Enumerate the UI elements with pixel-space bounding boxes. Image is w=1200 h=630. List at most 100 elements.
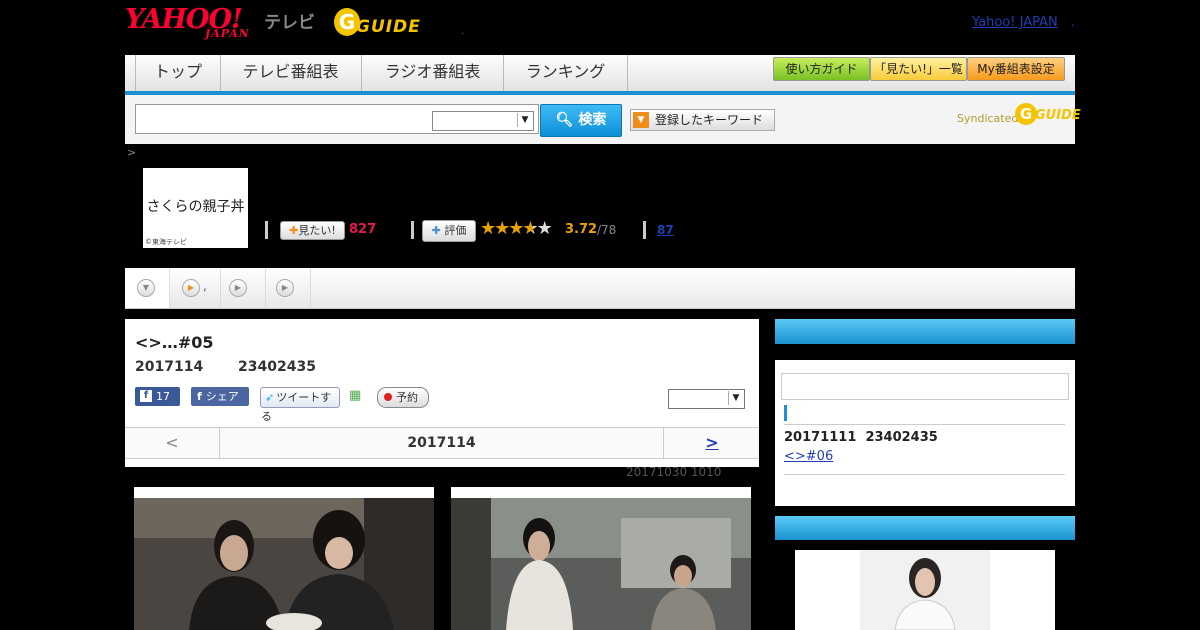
triangle-down-icon: ▼: [633, 112, 649, 128]
registered-keywords-button[interactable]: ▼ 登録したキーワード: [630, 109, 775, 131]
tv-logo-text[interactable]: テレビ: [264, 8, 315, 33]
episode-pager: < 2017114 >: [125, 427, 759, 459]
divider: [411, 221, 414, 239]
rating-count: /78: [597, 223, 617, 237]
star-half-icon: ★: [522, 218, 538, 239]
pager-prev-button[interactable]: <: [125, 428, 220, 458]
rating-value: 3.72: [565, 222, 598, 237]
plus-icon: ✚: [431, 224, 441, 237]
play-icon: ▶: [182, 279, 200, 297]
pager-current-date: 2017114: [407, 435, 476, 451]
syndicated-gguide-mark: G: [1015, 103, 1037, 125]
search-category-select[interactable]: ▼: [432, 111, 534, 131]
star-icon: ★: [508, 218, 524, 239]
next-broadcast-info-field: [781, 373, 1069, 400]
subtab-2-label: ,: [203, 279, 207, 293]
divider: [784, 474, 1065, 475]
last-updated: 20171030 1010: [626, 465, 722, 479]
star-empty-icon: ★: [536, 218, 553, 239]
program-thumbnail-title: さくらの親子丼: [146, 199, 245, 215]
want-to-watch-list-button[interactable]: 「見たい!」一覧: [870, 57, 967, 81]
rating-stars: ★★★★★: [480, 218, 553, 239]
subtab-1[interactable]: ▼: [125, 268, 170, 308]
next-broadcast-header: [775, 319, 1075, 344]
next-broadcast-time: 23402435: [865, 430, 938, 445]
next-broadcast-datetime: 20171111 23402435: [784, 430, 938, 445]
gguide-logo-text: GUIDE: [356, 17, 421, 37]
facebook-share-button[interactable]: f シェア: [191, 387, 249, 406]
episode-time: 23402435: [238, 359, 316, 375]
search-icon: 🔍︎: [555, 112, 574, 128]
program-subtabs: ▼ ▶ , ▶ ▶: [125, 268, 1075, 309]
want-to-watch-button[interactable]: ✚見たい!: [280, 221, 345, 240]
facebook-icon: f: [140, 390, 152, 402]
facebook-like-count: 17: [156, 390, 170, 403]
cast-box-header: [775, 516, 1075, 540]
star-icon: ★: [494, 218, 510, 239]
play-icon: ▶: [229, 279, 247, 297]
facebook-icon: f: [197, 390, 202, 403]
pager-next-link[interactable]: >: [663, 428, 760, 458]
record-reserve-label: 予約: [396, 391, 418, 404]
syndicated-gguide-text: GUIDE: [1035, 108, 1081, 123]
nav-tab-radio-listings[interactable]: ラジオ番組表: [362, 55, 504, 91]
review-count-link[interactable]: 87: [657, 223, 674, 237]
tweet-button[interactable]: ➶ ツイートする: [260, 387, 340, 423]
usage-guide-button[interactable]: 使い方ガイド: [773, 57, 870, 81]
subtab-4[interactable]: ▶: [266, 268, 311, 308]
header-dot: .: [461, 26, 465, 37]
episode-title: <>…#05: [135, 333, 214, 352]
next-broadcast-box: 20171111 23402435 <>#06: [775, 319, 1075, 506]
want-to-watch-count: 827: [349, 222, 377, 237]
chevron-down-icon: ▼: [137, 279, 155, 297]
program-thumbnail[interactable]: さくらの親子丼 ©東海テレビ: [143, 168, 248, 248]
syndicated-label: Syndicated: [957, 112, 1019, 125]
episode-photo-2[interactable]: [451, 487, 751, 630]
calendar-add-icon[interactable]: ▦: [349, 388, 365, 404]
nav-tab-ranking[interactable]: ランキング: [504, 55, 628, 91]
divider: [643, 221, 646, 239]
twitter-bird-icon: ➶: [265, 391, 275, 404]
cast-box: [775, 516, 1075, 630]
registered-keywords-label: 登録したキーワード: [655, 113, 764, 127]
episode-photo-1[interactable]: [134, 487, 434, 630]
next-broadcast-date: 20171111: [784, 430, 857, 445]
search-bar: ▼ 🔍︎ 検索 ▼ 登録したキーワード Syndicated G GUIDE: [125, 95, 1081, 144]
episode-select[interactable]: ▼: [668, 389, 745, 409]
search-button[interactable]: 🔍︎ 検索: [540, 104, 622, 137]
my-listings-settings-button[interactable]: My番組表設定: [967, 57, 1065, 81]
main-nav: トップ テレビ番組表 ラジオ番組表 ランキング 使い方ガイド 「見たい!」一覧 …: [125, 55, 1075, 95]
cast-photo[interactable]: [795, 550, 1055, 630]
breadcrumb[interactable]: >: [127, 146, 136, 159]
section-marker: [784, 405, 787, 421]
divider: [265, 221, 268, 239]
rate-button[interactable]: ✚ 評価: [422, 220, 476, 242]
divider: [784, 424, 1065, 425]
yahoo-logo-japan: JAPAN: [205, 27, 250, 40]
episode-date: 2017114: [135, 359, 204, 375]
nav-tab-tv-listings[interactable]: テレビ番組表: [220, 55, 362, 91]
rate-button-label: 評価: [444, 224, 467, 237]
play-icon: ▶: [276, 279, 294, 297]
yahoo-japan-link[interactable]: Yahoo! JAPAN: [972, 15, 1058, 30]
episode-photo-2-image: [451, 498, 751, 630]
record-reserve-button[interactable]: 予約: [377, 387, 429, 408]
header-trailing-dot: .: [1071, 15, 1075, 29]
subtab-3[interactable]: ▶: [221, 268, 266, 308]
episode-panel: <>…#05 2017114 23402435 f 17 f シェア ➶ ツイートする…: [125, 319, 759, 467]
chevron-down-icon: ▼: [517, 113, 532, 127]
next-broadcast-subheader: [775, 344, 1075, 360]
want-to-watch-label: 見たい!: [298, 224, 336, 237]
nav-tab-top[interactable]: トップ: [135, 55, 221, 91]
subtab-2[interactable]: ▶ ,: [170, 268, 221, 308]
star-icon: ★: [480, 218, 496, 239]
plus-icon: ✚: [289, 224, 299, 237]
chevron-down-icon: ▼: [728, 391, 743, 405]
next-episode-link[interactable]: <>#06: [784, 449, 833, 464]
search-button-label: 検索: [578, 112, 607, 128]
facebook-share-label: シェア: [205, 390, 239, 403]
record-dot-icon: [384, 393, 392, 401]
program-thumbnail-credit: ©東海テレビ: [145, 238, 187, 246]
facebook-like-button[interactable]: f 17: [135, 387, 180, 406]
episode-photo-1-image: [134, 498, 434, 630]
